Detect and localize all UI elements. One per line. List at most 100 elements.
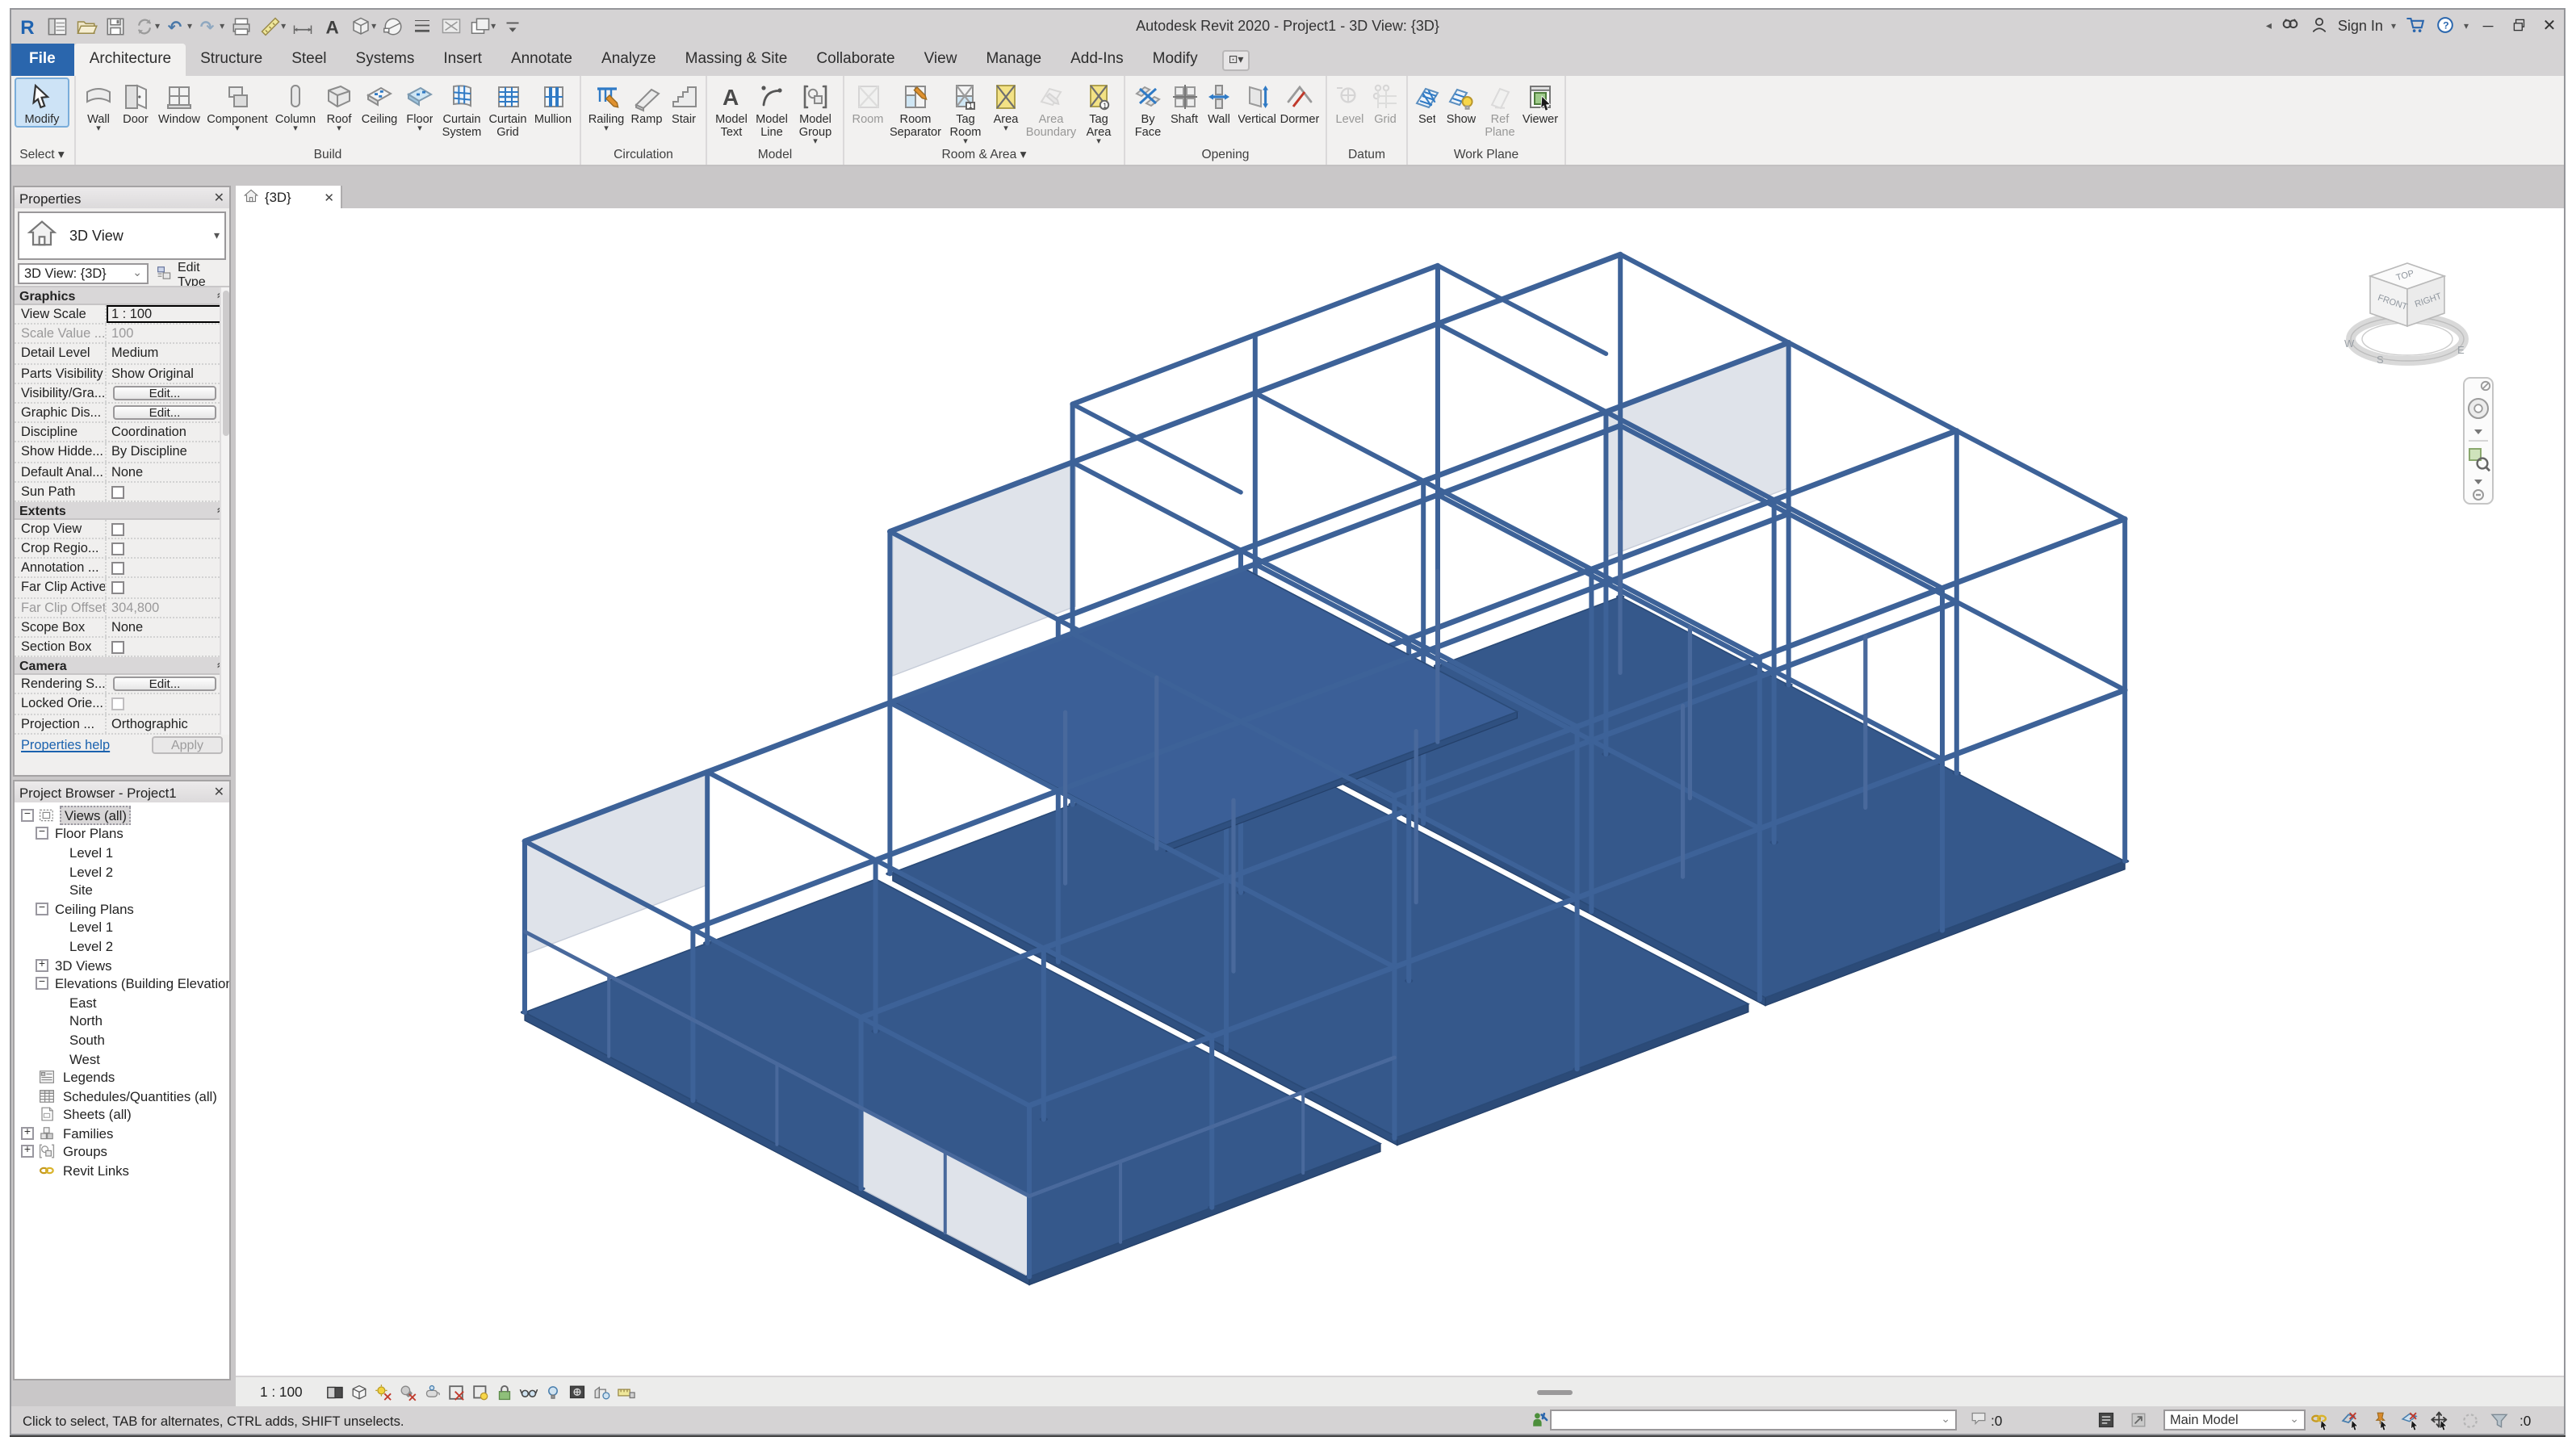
ribbon-tab-systems[interactable]: Systems [341,44,429,76]
tree-item-sheets-all-[interactable]: Sheets (all) [15,1105,229,1124]
active-workset-select[interactable]: ⌄ [1550,1409,1957,1430]
restore-button[interactable] [2507,15,2530,36]
ribbon-button-show[interactable]: Show [1443,77,1479,126]
tree-item-west[interactable]: West [15,1049,229,1067]
ribbon-button-viewer[interactable]: Viewer [1521,77,1560,126]
ribbon-button-wall[interactable]: Wall [1203,77,1235,126]
section-header-extents[interactable]: Extents» [15,502,229,520]
property-row[interactable]: Detail LevelMedium [15,345,229,364]
property-row[interactable]: Parts VisibilityShow Original [15,364,229,383]
section-header-graphics[interactable]: Graphics» [15,287,229,305]
vb-lock-button[interactable] [495,1381,516,1402]
ribbon-tab-view[interactable]: View [910,44,972,76]
tree-expander[interactable]: + [21,1127,34,1140]
apply-button[interactable]: Apply [152,737,223,755]
ribbon-tab-annotate[interactable]: Annotate [496,44,587,76]
tree-item-legends[interactable]: Legends [15,1068,229,1087]
ribbon-button-model-group[interactable]: Model Group▾ [793,77,838,147]
property-row[interactable]: Graphic Dis...Edit... [15,404,229,423]
ribbon-button-model-line[interactable]: Model Line [752,77,791,139]
property-row[interactable]: Section Box [15,638,229,657]
properties-help-link[interactable]: Properties help [21,739,110,753]
tree-item-level-1[interactable]: Level 1 [15,918,229,936]
ribbon-tab-analyze[interactable]: Analyze [587,44,671,76]
ribbon-tab-massing-site[interactable]: Massing & Site [671,44,802,76]
tree-item-revit-links[interactable]: Revit Links [15,1162,229,1180]
tree-expander[interactable]: + [36,958,48,971]
sel-underlay-toggle[interactable] [2339,1409,2361,1431]
sign-in-button[interactable]: Sign In [2338,18,2383,34]
scrollbar-thumb[interactable] [1537,1390,1573,1394]
property-row[interactable]: Scope BoxNone [15,618,229,638]
tree-expander[interactable]: − [36,977,48,990]
ribbon-button-vertical[interactable]: Vertical [1237,77,1277,126]
ribbon-button-component[interactable]: Component▾ [205,77,270,134]
ribbon-options-dropdown[interactable]: ⊡▾ [1222,50,1250,71]
tree-item-level-2[interactable]: Level 2 [15,862,229,881]
tree-item-east[interactable]: East [15,993,229,1012]
ribbon-button-dormer[interactable]: Dormer [1279,77,1321,126]
ribbon-button-modify[interactable]: Modify [15,77,69,128]
project-browser-close-icon[interactable]: ✕ [214,785,224,799]
ribbon-button-tag-room[interactable]: 1Tag Room▾ [945,77,986,147]
vb-shadow-button[interactable] [398,1381,419,1402]
ribbon-button-column[interactable]: Column▾ [271,77,320,134]
user-icon[interactable] [2309,14,2330,38]
help-dropdown-icon[interactable]: ▾ [2464,20,2469,31]
cart-icon[interactable] [2404,13,2427,39]
ribbon-button-ceiling[interactable]: Ceiling [358,77,400,126]
tree-expander[interactable]: − [36,827,48,840]
ribbon-button-curtain-system[interactable]: Curtain System [439,77,484,139]
back-arrow-icon[interactable]: ◂ [2266,19,2272,32]
ribbon-button-area-boundary[interactable]: Area Boundary [1025,77,1077,139]
ribbon-tab-structure[interactable]: Structure [186,44,277,76]
ribbon-button-tag-area[interactable]: 1Tag Area▾ [1079,77,1119,147]
vb-ruler-button[interactable] [616,1381,637,1402]
instance-dropdown-icon[interactable]: ⌄ [132,265,142,283]
ribbon-button-grid[interactable]: Grid [1369,77,1401,126]
tree-item-elevations-building-elevation-[interactable]: −Elevations (Building Elevation) [15,974,229,993]
ribbon-tab-modify[interactable]: Modify [1138,44,1213,76]
view-cube[interactable]: TOP FRONT RIGHT W S E [2335,250,2480,383]
checkbox[interactable] [111,523,124,536]
vb-cropoff-button[interactable] [446,1381,467,1402]
tree-item-families[interactable]: +Families [15,1124,229,1142]
section-header-camera[interactable]: Camera» [15,657,229,675]
project-browser-header[interactable]: Project Browser - Project1 ✕ [15,781,229,802]
search-icon[interactable] [2280,14,2301,38]
property-row[interactable]: Far Clip Active [15,579,229,598]
vb-detail-button[interactable] [325,1381,346,1402]
sel-drag-toggle[interactable] [2428,1409,2451,1431]
sel-circle-toggle[interactable] [2458,1409,2481,1431]
checkbox[interactable] [111,542,124,555]
type-selector-dropdown-icon[interactable]: ▾ [214,229,220,242]
edit-button[interactable]: Edit... [113,677,216,691]
sel-link-toggle[interactable] [2309,1409,2331,1431]
ribbon-button-mullion[interactable]: Mullion [531,77,575,126]
ribbon-button-area[interactable]: Area▾ [988,77,1024,134]
ribbon-button-wall[interactable]: Wall▾ [81,77,116,134]
vb-style-button[interactable] [350,1381,371,1402]
tree-item-floor-plans[interactable]: −Floor Plans [15,824,229,843]
design-option-dropdown-icon[interactable]: ⌄ [2289,1413,2299,1426]
add-to-set-icon[interactable] [2128,1409,2149,1431]
tree-item-schedules-quantities-all-[interactable]: Schedules/Quantities (all) [15,1087,229,1105]
vb-glasses-button[interactable] [519,1381,540,1402]
tree-item-south[interactable]: South [15,1030,229,1049]
drawing-area[interactable]: TOP FRONT RIGHT W S E [236,208,2566,1376]
ribbon-button-level[interactable]: Level [1332,77,1368,126]
tree-item-north[interactable]: North [15,1012,229,1030]
tree-expander[interactable]: − [21,809,34,822]
ribbon-button-stair[interactable]: Stair [667,77,701,126]
property-row[interactable]: Rendering S...Edit... [15,675,229,694]
tree-item-level-1[interactable]: Level 1 [15,843,229,861]
ribbon-button-curtain-grid[interactable]: Curtain Grid [486,77,530,139]
tree-item-level-2[interactable]: Level 2 [15,936,229,955]
properties-close-icon[interactable]: ✕ [214,191,224,205]
property-row[interactable]: Crop Regio... [15,539,229,559]
checkbox[interactable] [111,582,124,595]
ribbon-tab-architecture[interactable]: Architecture [75,44,186,76]
ribbon-button-shaft[interactable]: Shaft [1167,77,1201,126]
ribbon-button-window[interactable]: Window [155,77,203,126]
property-row[interactable]: Far Clip Offset304,800 [15,598,229,618]
